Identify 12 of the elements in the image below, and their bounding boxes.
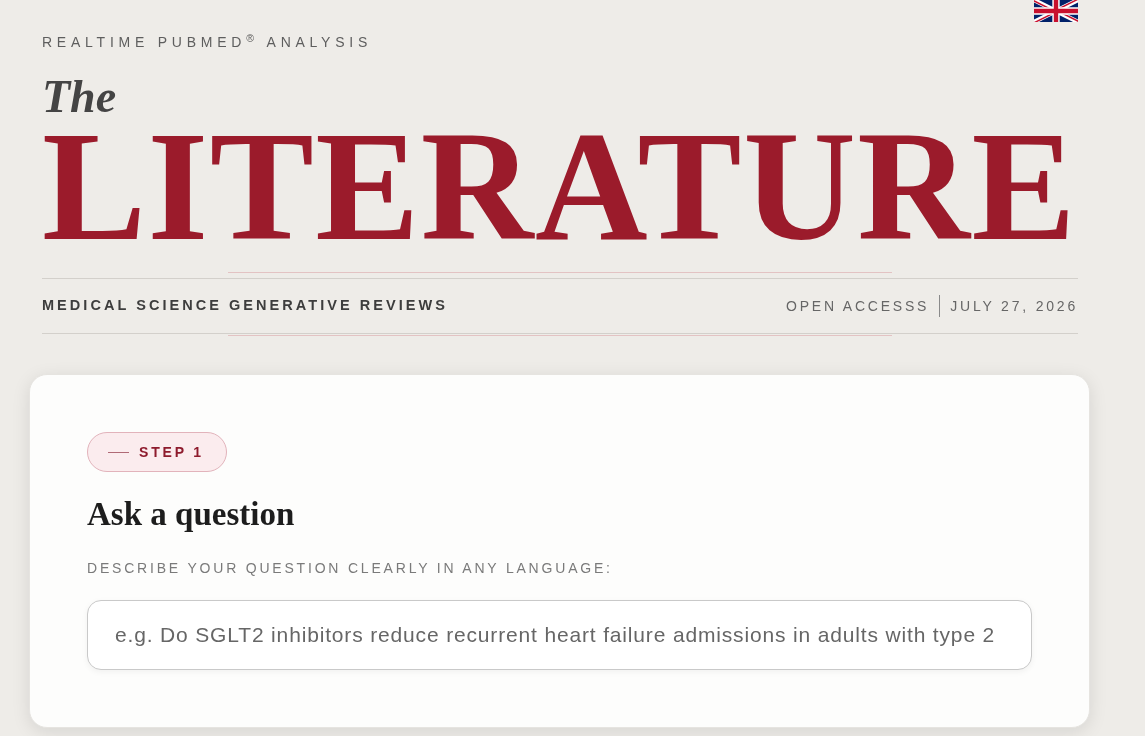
- masthead-title: LITERATURE: [42, 122, 1078, 252]
- dash-icon: [108, 451, 129, 453]
- access-label: OPEN ACCESSS: [785, 296, 930, 316]
- field-label: DESCRIBE YOUR QUESTION CLEARLY IN ANY LANGUAGE:: [87, 560, 613, 576]
- step-label: STEP 1: [139, 442, 204, 462]
- title-prefix: The: [42, 74, 117, 120]
- date-label: JULY 27, 2026: [950, 296, 1078, 316]
- flag-icon[interactable]: [1034, 0, 1078, 22]
- question-heading: Ask a question: [87, 498, 295, 531]
- section-label: MEDICAL SCIENCE GENERATIVE REVIEWS: [42, 296, 448, 316]
- kicker-text: REALTIME PUBMED$^{®}$ ANALYSIS: [42, 34, 373, 50]
- question-input[interactable]: e.g. Do SGLT2 inhibitors reduce recurrent heart failure admissions in adults with type 2: [87, 600, 1032, 670]
